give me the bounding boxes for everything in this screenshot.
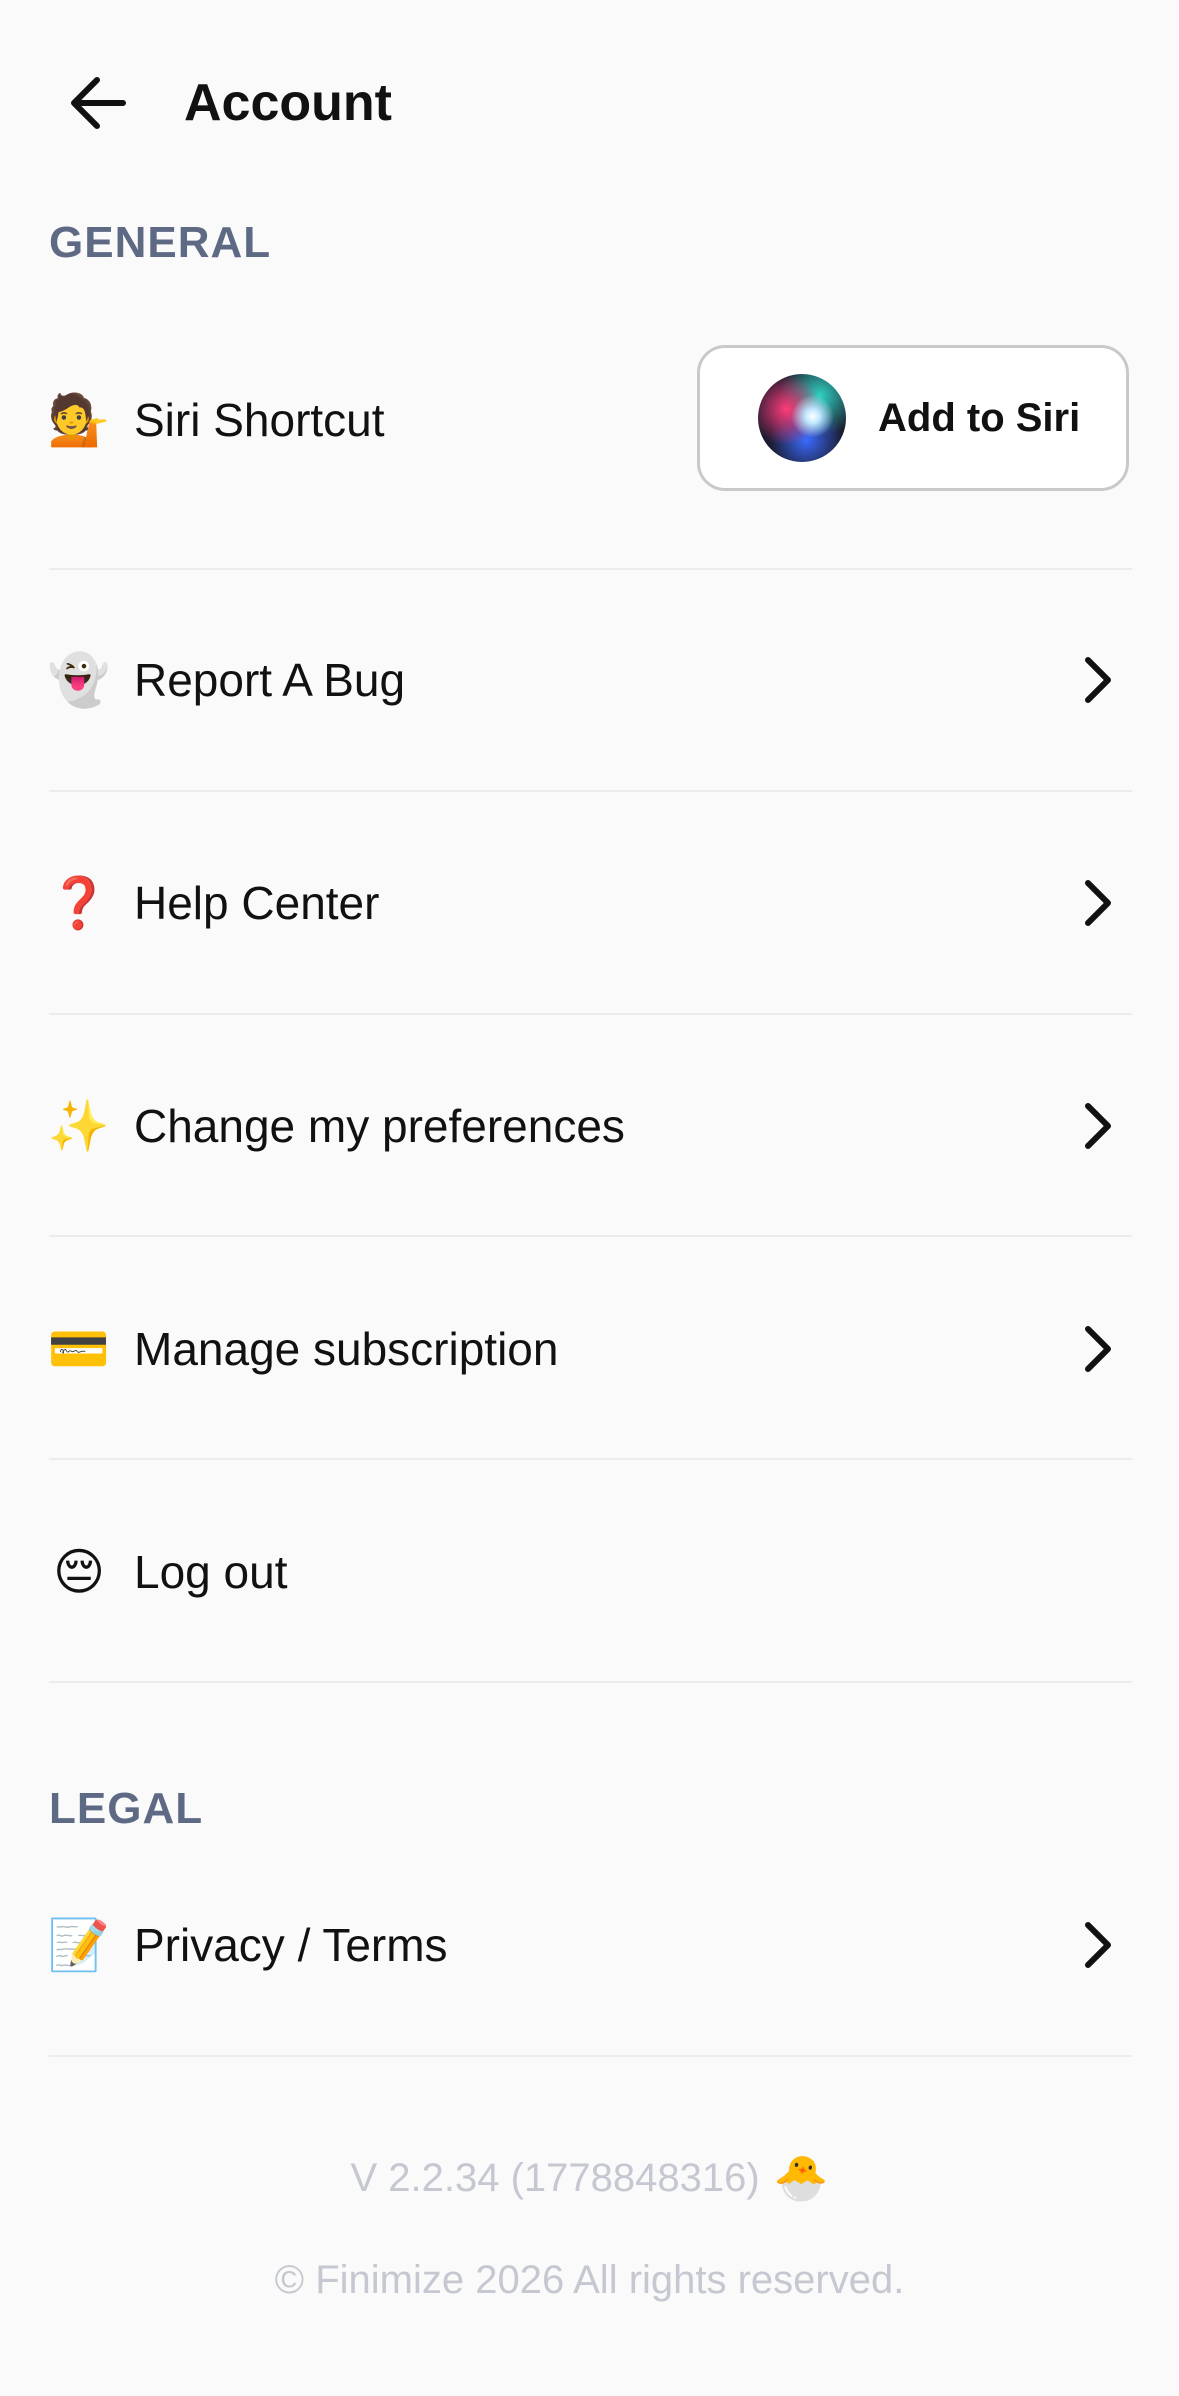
- add-to-siri-button[interactable]: Add to Siri: [697, 345, 1129, 491]
- menu-item-log-out[interactable]: 😔 Log out: [49, 1542, 1132, 1602]
- divider: [49, 1235, 1132, 1237]
- header-bar: Account: [0, 0, 1179, 205]
- woman-tipping-hand-icon: 💁: [47, 391, 111, 449]
- menu-item-label: Privacy / Terms: [134, 1919, 448, 1971]
- menu-item-help-center[interactable]: ❓ Help Center: [47, 873, 1132, 933]
- divider: [49, 2055, 1132, 2057]
- sparkles-icon: ✨: [47, 1097, 111, 1155]
- chevron-right-icon: [1076, 650, 1120, 710]
- question-mark-icon: ❓: [47, 874, 111, 932]
- arrow-left-icon: [71, 77, 126, 129]
- menu-item-report-bug[interactable]: 👻 Report A Bug: [47, 650, 1132, 710]
- section-label-legal: LEGAL: [49, 1784, 204, 1833]
- menu-item-change-preferences[interactable]: ✨ Change my preferences: [47, 1096, 1132, 1156]
- siri-orb-icon: [758, 374, 846, 462]
- chevron-right-icon: [1076, 873, 1120, 933]
- divider: [49, 790, 1132, 792]
- chevron-right-icon: [1076, 1096, 1120, 1156]
- pensive-face-icon: 😔: [52, 1543, 106, 1601]
- menu-item-label: Report A Bug: [134, 654, 406, 706]
- chevron-right-icon: [1076, 1915, 1120, 1975]
- copyright-text: © Finimize 2026 All rights reserved.: [274, 2258, 905, 2302]
- divider: [49, 1681, 1132, 1683]
- page-title: Account: [184, 74, 392, 132]
- menu-item-label: Log out: [134, 1546, 288, 1598]
- chevron-right-icon: [1076, 1319, 1120, 1379]
- ghost-icon: 👻: [47, 651, 111, 709]
- app-version-text: V 2.2.34 (1778848316): [350, 2155, 760, 2200]
- memo-icon: 📝: [47, 1916, 111, 1974]
- divider: [49, 1458, 1132, 1460]
- credit-card-icon: 💳: [47, 1320, 111, 1378]
- divider: [49, 1013, 1132, 1015]
- section-label-general: GENERAL: [49, 218, 272, 267]
- divider: [49, 568, 1132, 570]
- menu-item-label: Change my preferences: [134, 1100, 625, 1152]
- menu-item-label: Help Center: [134, 877, 380, 929]
- menu-item-manage-subscription[interactable]: 💳 Manage subscription: [47, 1319, 1132, 1379]
- hatching-chick-icon: 🐣: [773, 2153, 829, 2204]
- menu-item-label: Manage subscription: [134, 1323, 559, 1375]
- back-button[interactable]: [62, 72, 132, 134]
- menu-item-privacy-terms[interactable]: 📝 Privacy / Terms: [47, 1915, 1132, 1975]
- app-version: V 2.2.34 (1778848316) 🐣: [0, 2152, 1179, 2204]
- add-to-siri-label: Add to Siri: [878, 395, 1081, 440]
